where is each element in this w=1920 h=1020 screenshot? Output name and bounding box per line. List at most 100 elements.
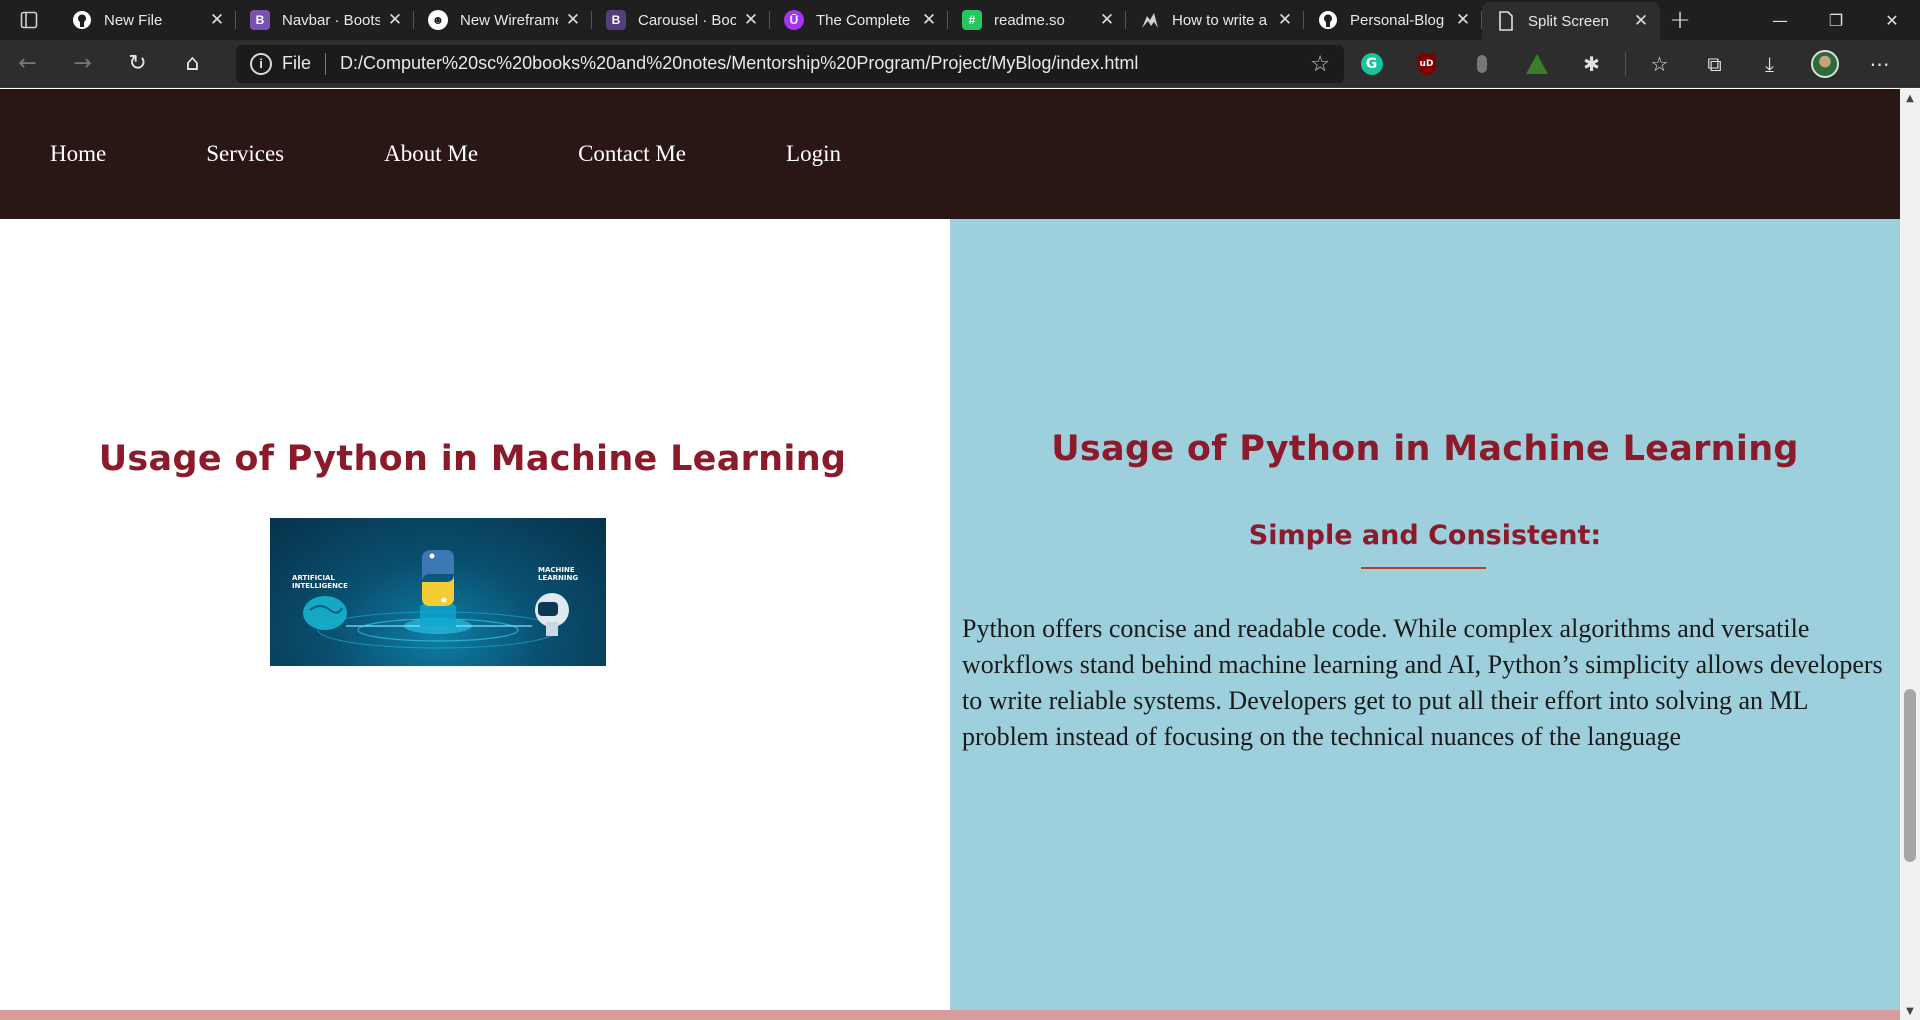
puzzle-icon: ✱ [1583, 51, 1600, 76]
nav-link-home[interactable]: Home [50, 141, 106, 167]
split-left-panel: Usage of Python in Machine Learning ARTI… [0, 219, 950, 1010]
more-icon: ⋯ [1869, 51, 1890, 76]
tree-icon [1525, 53, 1548, 74]
tab-actions-button[interactable] [0, 0, 58, 40]
right-heading: Usage of Python in Machine Learning [1051, 429, 1799, 469]
scheme-label: File [282, 53, 312, 73]
profile-button[interactable] [1797, 44, 1852, 84]
github-icon [72, 10, 92, 30]
browser-tab[interactable]: Ū The Complete ✕ [770, 0, 948, 40]
close-icon[interactable]: ✕ [1098, 10, 1116, 30]
collections-button[interactable]: ⧉ [1687, 44, 1742, 84]
left-heading: Usage of Python in Machine Learning [98, 439, 847, 479]
tab-title: readme.so [994, 11, 1065, 29]
refresh-icon: ↻ [128, 51, 147, 76]
divider [325, 52, 327, 75]
page-icon [1496, 11, 1516, 31]
address-bar[interactable]: i File D:/Computer%20sc%20books%20and%20… [236, 44, 1344, 83]
split-right-panel: Usage of Python in Machine Learning Simp… [950, 219, 1900, 1010]
close-icon: ✕ [1885, 10, 1899, 30]
tab-title: Personal-Blog [1350, 11, 1445, 29]
url-text[interactable]: D:/Computer%20sc%20books%20and%20notes/M… [340, 53, 1310, 74]
browser-tab[interactable]: New File ✕ [58, 0, 236, 40]
image-label-ai: ARTIFICIAL [292, 574, 335, 582]
scroll-down-icon[interactable]: ▼ [1900, 1002, 1920, 1020]
scroll-up-icon[interactable]: ▲ [1900, 89, 1920, 107]
arrow-right-icon: → [73, 51, 92, 76]
close-icon[interactable]: ✕ [564, 10, 582, 30]
browser-tab[interactable]: Personal-Blog ✕ [1304, 0, 1482, 40]
restore-icon: ❐ [1828, 10, 1844, 30]
bootstrap-icon: B [606, 10, 626, 30]
favorites-button[interactable]: ☆ [1632, 44, 1687, 84]
site-navbar: Home Services About Me Contact Me Login [0, 89, 1900, 219]
close-icon[interactable]: ✕ [920, 10, 938, 30]
close-window-button[interactable]: ✕ [1864, 0, 1920, 40]
home-button[interactable]: ⌂ [165, 44, 220, 84]
grammarly-icon: G [1360, 52, 1383, 75]
grammarly-extension-button[interactable]: G [1344, 44, 1399, 84]
browser-toolbar: ← → ↻ ⌂ i File D:/Computer%20sc%20books%… [0, 40, 1920, 88]
udemy-icon: Ū [784, 10, 804, 30]
favorites-star-icon: ☆ [1650, 51, 1669, 76]
browser-tab[interactable]: How to write a ✕ [1126, 0, 1304, 40]
close-icon[interactable]: ✕ [1632, 11, 1650, 31]
tab-title: Navbar · Bootstrap [282, 11, 380, 29]
extension-button[interactable] [1454, 44, 1509, 84]
add-favorite-icon[interactable]: ☆ [1310, 51, 1330, 77]
wireframe-smile-icon: ☻ [428, 10, 448, 30]
python-ml-illustration: ARTIFICIAL INTELLIGENCE MACHINE LEARNING [292, 550, 578, 649]
close-icon[interactable]: ✕ [386, 10, 404, 30]
browser-tab-active[interactable]: Split Screen ✕ [1482, 2, 1660, 40]
new-tab-button[interactable]: + [1660, 0, 1700, 40]
nav-link-contact[interactable]: Contact Me [578, 141, 686, 167]
minimize-button[interactable]: — [1752, 0, 1808, 40]
image-label-ml-2: LEARNING [538, 574, 578, 582]
close-icon[interactable]: ✕ [1454, 10, 1472, 30]
divider [1625, 51, 1626, 76]
home-icon: ⌂ [185, 51, 200, 76]
close-icon[interactable]: ✕ [742, 10, 760, 30]
refresh-button[interactable]: ↻ [110, 44, 165, 84]
ublock-extension-button[interactable]: uD [1399, 44, 1454, 84]
settings-menu-button[interactable]: ⋯ [1852, 44, 1907, 84]
download-icon: ⤓ [1765, 51, 1774, 76]
tab-strip: New File ✕ B Navbar · Bootstrap ✕ ☻ New … [0, 0, 1920, 40]
tab-actions-icon [20, 11, 38, 29]
collections-icon: ⧉ [1707, 51, 1722, 76]
browser-tab[interactable]: ☻ New Wireframe ✕ [414, 0, 592, 40]
scroll-thumb[interactable] [1904, 689, 1916, 862]
avatar [1810, 49, 1839, 78]
close-icon[interactable]: ✕ [208, 10, 226, 30]
window-controls: — ❐ ✕ [1752, 0, 1920, 40]
tab-title: Split Screen [1528, 12, 1609, 30]
image-label-ml: MACHINE [538, 566, 575, 574]
tab-title: How to write a [1172, 11, 1268, 29]
nav-link-services[interactable]: Services [206, 141, 284, 167]
downloads-button[interactable]: ⤓ [1742, 44, 1797, 84]
minimize-icon: — [1772, 10, 1788, 30]
close-icon[interactable]: ✕ [1276, 10, 1294, 30]
right-subheading: Simple and Consistent: [1248, 520, 1602, 551]
bootstrap-icon: B [250, 10, 270, 30]
restore-button[interactable]: ❐ [1808, 0, 1864, 40]
tab-title: Carousel · Bootstrap [638, 11, 736, 29]
nav-link-about[interactable]: About Me [384, 141, 478, 167]
page-viewport: Home Services About Me Contact Me Login … [0, 89, 1920, 1020]
subheading-underline [1361, 567, 1486, 569]
info-icon[interactable]: i [250, 52, 272, 75]
nav-link-login[interactable]: Login [786, 141, 841, 167]
extensions-button[interactable]: ✱ [1564, 44, 1619, 84]
forward-button[interactable]: → [55, 44, 110, 84]
page-scrollbar[interactable]: ▲ ▼ [1900, 89, 1920, 1020]
footer-strip [0, 1010, 1900, 1020]
back-button[interactable]: ← [0, 44, 55, 84]
readme-icon: # [962, 10, 982, 30]
tree-extension-button[interactable] [1509, 44, 1564, 84]
arrow-left-icon: ← [18, 51, 37, 76]
extension-grey-icon [1476, 54, 1487, 73]
browser-tab[interactable]: B Navbar · Bootstrap ✕ [236, 0, 414, 40]
browser-tab[interactable]: B Carousel · Bootstrap ✕ [592, 0, 770, 40]
python-ml-image: ARTIFICIAL INTELLIGENCE MACHINE LEARNING [270, 518, 606, 666]
browser-tab[interactable]: # readme.so ✕ [948, 0, 1126, 40]
